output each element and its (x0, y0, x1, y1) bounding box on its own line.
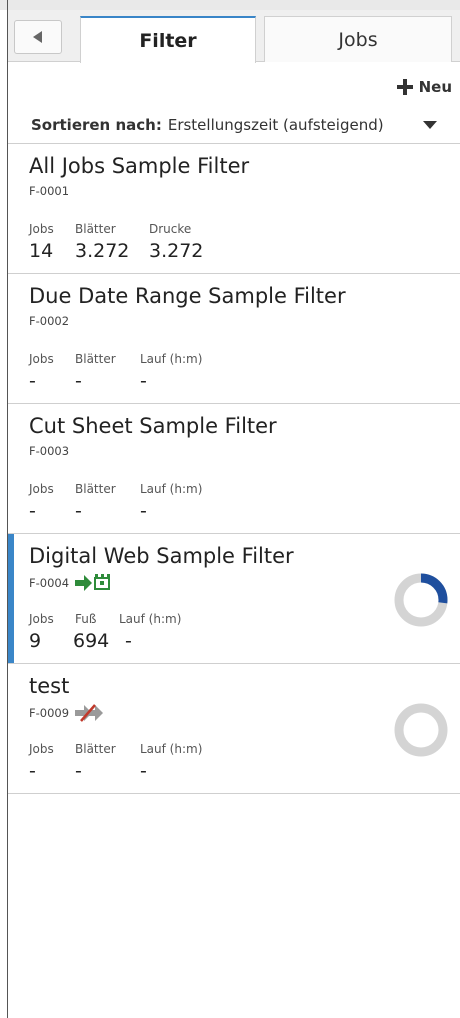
stat-value: 3.272 (75, 240, 130, 262)
stat-label: Jobs (29, 612, 54, 626)
filter-item[interactable]: All Jobs Sample Filter F-0001 Jobs Blätt… (8, 144, 460, 274)
filter-id: F-0004 (29, 576, 70, 590)
filter-title: Digital Web Sample Filter (29, 544, 294, 568)
filter-id: F-0001 (29, 184, 70, 198)
chevron-down-icon[interactable] (423, 121, 437, 129)
sort-row: Sortieren nach: Erstellungszeit (aufstei… (31, 114, 451, 136)
stat-label: Drucke (149, 222, 192, 236)
back-button[interactable] (14, 20, 62, 54)
filter-id-row: F-0009 (29, 704, 104, 722)
filter-title: Due Date Range Sample Filter (29, 284, 346, 308)
stat-label: Lauf (h:m) (140, 352, 203, 366)
filter-id-row: F-0004 (29, 574, 111, 592)
stat-value: 9 (29, 630, 42, 652)
new-label: Neu (418, 78, 452, 96)
filter-id: F-0002 (29, 314, 70, 328)
stat-label: Fuß (75, 612, 97, 626)
stat-value: - (125, 630, 132, 652)
stat-value: 14 (29, 240, 54, 262)
tab-bar: Filter Jobs (8, 10, 460, 63)
new-filter-button[interactable]: Neu (396, 78, 452, 96)
stat-label: Lauf (h:m) (119, 612, 182, 626)
stat-label: Blätter (75, 482, 116, 496)
filter-title: test (29, 674, 70, 698)
printer-disconnected-icon (75, 704, 104, 722)
sort-select[interactable]: Erstellungszeit (aufsteigend) (168, 116, 396, 134)
stat-value: - (75, 370, 82, 392)
stat-label: Jobs (29, 352, 54, 366)
plus-icon (396, 79, 413, 95)
filter-title: Cut Sheet Sample Filter (29, 414, 277, 438)
stat-value: 694 (73, 630, 110, 652)
filter-item-selected[interactable]: Digital Web Sample Filter F-0004 Jobs Fu… (8, 534, 460, 664)
stat-value: - (140, 370, 147, 392)
progress-donut (394, 703, 448, 757)
stat-label: Lauf (h:m) (140, 742, 203, 756)
filter-item[interactable]: Cut Sheet Sample Filter F-0003 Jobs Blät… (8, 404, 460, 534)
stat-label: Blätter (75, 352, 116, 366)
filter-id: F-0003 (29, 444, 70, 458)
stat-value: - (140, 760, 147, 782)
stat-value: - (75, 500, 82, 522)
stat-label: Jobs (29, 742, 54, 756)
tab-jobs[interactable]: Jobs (264, 16, 452, 62)
sort-label: Sortieren nach: (31, 116, 162, 134)
progress-donut (394, 573, 448, 627)
stat-value: - (75, 760, 82, 782)
stat-label: Blätter (75, 742, 116, 756)
stat-label: Lauf (h:m) (140, 482, 203, 496)
filter-id-row: F-0001 (29, 184, 69, 198)
stat-label: Blätter (75, 222, 116, 236)
stat-value: 3.272 (149, 240, 204, 262)
filter-id: F-0009 (29, 706, 70, 720)
stat-value: - (29, 760, 36, 782)
stat-value: - (29, 500, 36, 522)
stat-label: Jobs (29, 482, 54, 496)
filter-id-row: F-0003 (29, 444, 69, 458)
filter-title: All Jobs Sample Filter (29, 154, 250, 178)
window-top-edge (0, 0, 460, 10)
filter-list: All Jobs Sample Filter F-0001 Jobs Blätt… (8, 143, 460, 794)
tab-filter[interactable]: Filter (80, 16, 256, 63)
filter-item[interactable]: Due Date Range Sample Filter F-0002 Jobs… (8, 274, 460, 404)
filter-id-row: F-0002 (29, 314, 69, 328)
filter-item[interactable]: test F-0009 Jobs Blätter Lauf (h:m) - - … (8, 664, 460, 794)
printer-connected-icon (75, 574, 111, 591)
stat-value: - (29, 370, 36, 392)
stat-label: Jobs (29, 222, 54, 236)
stat-value: - (140, 500, 147, 522)
triangle-left-icon (33, 31, 42, 43)
